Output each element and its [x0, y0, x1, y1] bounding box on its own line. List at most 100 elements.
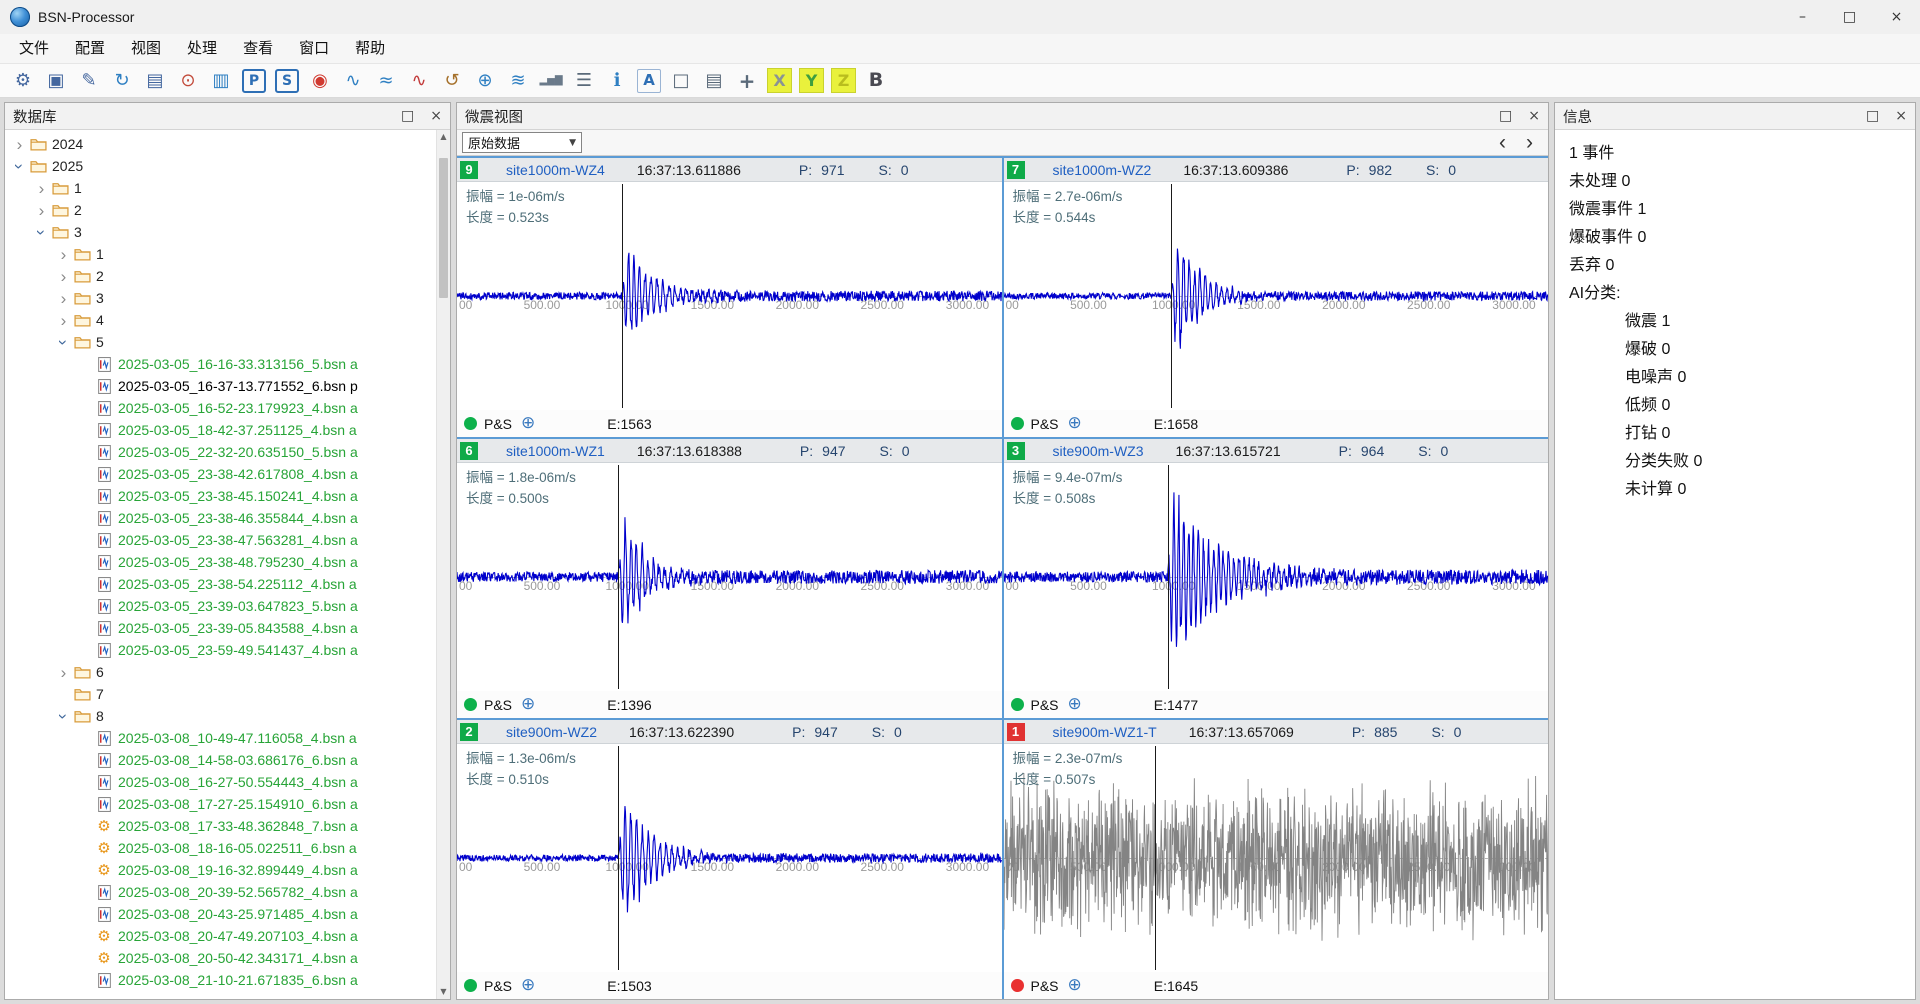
waveform-plot[interactable]: 振幅 = 1.3e-06m/s 长度 = 0.510s 00500.001000…: [457, 744, 1002, 972]
scroll-down-icon[interactable]: ▼: [440, 985, 446, 999]
locate-icon[interactable]: ◉: [305, 67, 335, 95]
menu-item-4[interactable]: 查看: [230, 34, 286, 64]
panel-maximize-icon[interactable]: □: [401, 108, 414, 124]
minimize-button[interactable]: –: [1779, 0, 1826, 34]
tree-file[interactable]: 2025-03-05_16-52-23.179923_4.bsn a: [5, 397, 450, 419]
new-event-icon[interactable]: ▣: [41, 67, 71, 95]
menu-item-5[interactable]: 窗口: [286, 34, 342, 64]
panel-close-icon[interactable]: ×: [1895, 108, 1907, 124]
expander-icon[interactable]: ›: [55, 708, 72, 725]
axis-z-icon[interactable]: Z: [831, 68, 856, 93]
settings-icon[interactable]: ⚙: [8, 67, 38, 95]
filtered-waveform-icon[interactable]: ∿: [404, 67, 434, 95]
tree-folder[interactable]: › 2025: [5, 155, 450, 177]
list-icon[interactable]: ☰: [569, 67, 599, 95]
tree-file[interactable]: 2025-03-05_22-32-20.635150_5.bsn a: [5, 441, 450, 463]
panel-maximize-icon[interactable]: □: [1866, 108, 1879, 124]
tree-file[interactable]: 2025-03-05_23-39-05.843588_4.bsn a: [5, 617, 450, 639]
expander-icon[interactable]: ›: [33, 202, 50, 219]
histogram-icon[interactable]: ▂▅▇: [536, 67, 566, 95]
power-icon[interactable]: ⊙: [173, 67, 203, 95]
close-button[interactable]: ×: [1873, 0, 1920, 34]
rotate-icon[interactable]: ↺: [437, 67, 467, 95]
scroll-up-icon[interactable]: ▲: [440, 130, 446, 144]
text-icon[interactable]: A: [637, 69, 661, 93]
menu-item-3[interactable]: 处理: [174, 34, 230, 64]
tree-file[interactable]: 2025-03-05_18-42-37.251125_4.bsn a: [5, 419, 450, 441]
pages-icon[interactable]: ▤: [699, 67, 729, 95]
tree-file[interactable]: ⚙ 2025-03-08_20-50-42.343171_4.bsn a: [5, 947, 450, 969]
tree-file[interactable]: 2025-03-05_16-37-13.771552_6.bsn p: [5, 375, 450, 397]
tree-file[interactable]: 2025-03-05_23-39-03.647823_5.bsn a: [5, 595, 450, 617]
tree-file[interactable]: 2025-03-08_17-27-25.154910_6.bsn a: [5, 793, 450, 815]
tree-folder[interactable]: › 5: [5, 331, 450, 353]
bold-icon[interactable]: B: [861, 67, 891, 95]
edit-event-icon[interactable]: ✎: [74, 67, 104, 95]
waveform-plot[interactable]: 振幅 = 9.4e-07m/s 长度 = 0.508s 00500.001000…: [1004, 463, 1549, 691]
tree-folder[interactable]: › 6: [5, 661, 450, 683]
maximize-button[interactable]: □: [1826, 0, 1873, 34]
zoom-icon[interactable]: ⊕: [1068, 415, 1082, 432]
panel-close-icon[interactable]: ×: [430, 108, 442, 124]
tree-file[interactable]: 2025-03-08_16-27-50.554443_4.bsn a: [5, 771, 450, 793]
waveform-icon[interactable]: ∿: [338, 67, 368, 95]
expander-icon[interactable]: ›: [55, 664, 72, 681]
spectrum-icon[interactable]: ≋: [503, 67, 533, 95]
p-pick-line[interactable]: [618, 465, 619, 689]
tree-folder[interactable]: › 3: [5, 221, 450, 243]
info-icon[interactable]: ℹ: [602, 67, 632, 95]
expander-icon[interactable]: ›: [33, 180, 50, 197]
menu-item-6[interactable]: 帮助: [342, 34, 398, 64]
data-source-select[interactable]: 原始数据 ▼: [462, 132, 582, 153]
axis-y-icon[interactable]: Y: [799, 68, 824, 93]
scrollbar-thumb[interactable]: [439, 158, 448, 298]
p-pick-line[interactable]: [1168, 465, 1169, 689]
zoom-icon[interactable]: ⊕: [521, 977, 535, 994]
zoom-icon[interactable]: ⊕: [1068, 696, 1082, 713]
menu-item-2[interactable]: 视图: [118, 34, 174, 64]
tree-file[interactable]: 2025-03-05_23-38-42.617808_4.bsn a: [5, 463, 450, 485]
crosshair-icon[interactable]: +: [732, 67, 762, 95]
menu-item-1[interactable]: 配置: [62, 34, 118, 64]
tree-file[interactable]: 2025-03-08_14-58-03.686176_6.bsn a: [5, 749, 450, 771]
tree-folder[interactable]: › 3: [5, 287, 450, 309]
tree-file[interactable]: 2025-03-05_23-38-46.355844_4.bsn a: [5, 507, 450, 529]
tree-file[interactable]: 2025-03-08_20-39-52.565782_4.bsn a: [5, 881, 450, 903]
tree-file[interactable]: 2025-03-05_23-38-45.150241_4.bsn a: [5, 485, 450, 507]
multi-waveform-icon[interactable]: ≈: [371, 67, 401, 95]
tree-folder[interactable]: › 2024: [5, 133, 450, 155]
tree-folder[interactable]: 7: [5, 683, 450, 705]
expander-icon[interactable]: ›: [55, 312, 72, 329]
p-pick-line[interactable]: [1155, 746, 1156, 970]
panel-maximize-icon[interactable]: □: [1499, 108, 1512, 124]
waveform-plot[interactable]: 振幅 = 2.7e-06m/s 长度 = 0.544s 00500.001000…: [1004, 182, 1549, 410]
s-pick-icon[interactable]: S: [275, 69, 299, 93]
expander-icon[interactable]: ›: [55, 268, 72, 285]
expander-icon[interactable]: ›: [11, 136, 28, 153]
expander-icon[interactable]: ›: [33, 224, 50, 241]
menu-item-0[interactable]: 文件: [6, 34, 62, 64]
prev-event-button[interactable]: ‹: [1499, 132, 1506, 153]
tree-folder[interactable]: › 2: [5, 199, 450, 221]
select-region-icon[interactable]: □: [666, 67, 696, 95]
tree-file[interactable]: 2025-03-05_16-16-33.313156_5.bsn a: [5, 353, 450, 375]
panel-close-icon[interactable]: ×: [1528, 108, 1540, 124]
tree-file[interactable]: ⚙ 2025-03-08_18-16-05.022511_6.bsn a: [5, 837, 450, 859]
database-icon[interactable]: ▥: [206, 67, 236, 95]
tree-file[interactable]: ⚙ 2025-03-08_17-33-48.362848_7.bsn a: [5, 815, 450, 837]
magnify-waveform-icon[interactable]: ⊕: [470, 67, 500, 95]
waveform-plot[interactable]: 振幅 = 1.8e-06m/s 长度 = 0.500s 00500.001000…: [457, 463, 1002, 691]
report-icon[interactable]: ▤: [140, 67, 170, 95]
expander-icon[interactable]: ›: [55, 290, 72, 307]
tree-file[interactable]: ⚙ 2025-03-08_19-16-32.899449_4.bsn a: [5, 859, 450, 881]
zoom-icon[interactable]: ⊕: [521, 696, 535, 713]
tree-scrollbar[interactable]: ▲▼: [436, 130, 450, 999]
tree-file[interactable]: 2025-03-05_23-59-49.541437_4.bsn a: [5, 639, 450, 661]
zoom-icon[interactable]: ⊕: [1068, 977, 1082, 994]
tree-file[interactable]: 2025-03-05_23-38-54.225112_4.bsn a: [5, 573, 450, 595]
waveform-plot[interactable]: 振幅 = 2.3e-07m/s 长度 = 0.507s 00500.001000…: [1004, 744, 1549, 972]
p-pick-line[interactable]: [622, 184, 623, 408]
tree-folder[interactable]: › 2: [5, 265, 450, 287]
tree-folder[interactable]: › 1: [5, 177, 450, 199]
expander-icon[interactable]: ›: [55, 246, 72, 263]
